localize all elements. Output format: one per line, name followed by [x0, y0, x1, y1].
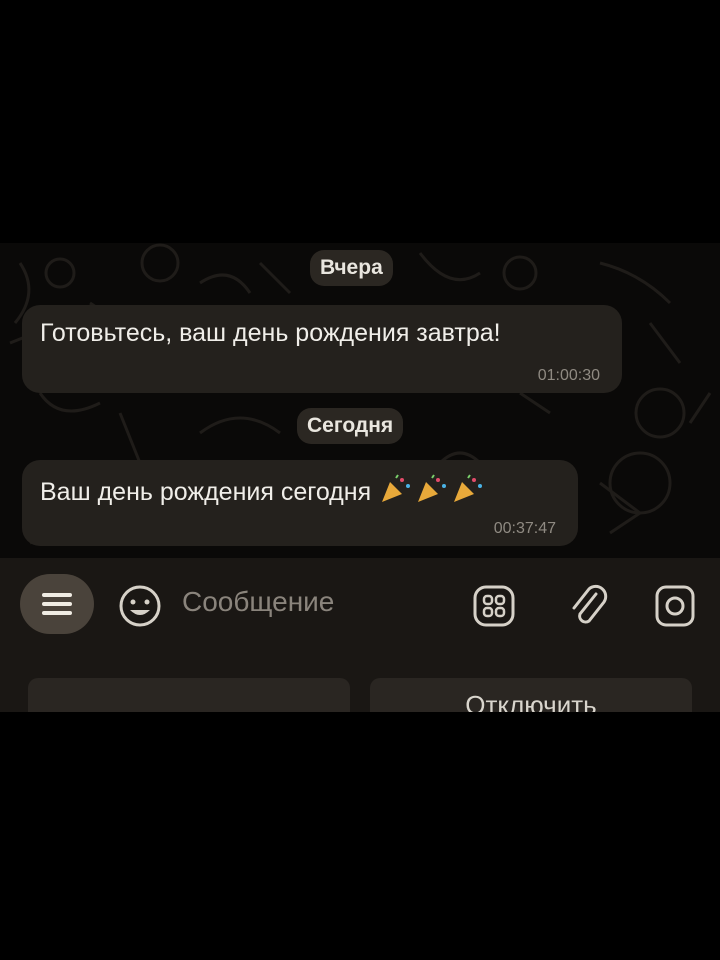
menu-button[interactable] — [20, 574, 94, 634]
message-bubble: Ваш день рождения сегодня 00:37:47 — [22, 460, 578, 546]
party-popper-icon — [382, 474, 411, 502]
emoji-icon[interactable] — [118, 584, 162, 628]
disable-button[interactable]: Отключить — [370, 678, 692, 712]
attach-icon[interactable] — [566, 584, 610, 630]
party-popper-icon — [418, 474, 447, 502]
message-input[interactable]: Сообщение — [182, 586, 334, 618]
date-chip-yesterday: Вчера — [310, 250, 393, 286]
sticker-grid-icon[interactable] — [472, 584, 516, 628]
message-text: Готовьтесь, ваш день рождения завтра! — [40, 319, 501, 347]
disable-button-label: Отключить — [465, 690, 597, 712]
message-text-content: Ваш день рождения сегодня — [40, 478, 372, 506]
menu-icon — [42, 593, 72, 615]
bottom-left-button[interactable] — [28, 678, 350, 712]
message-text: Ваш день рождения сегодня — [40, 474, 486, 507]
chat-area: Вчера Готовьтесь, ваш день рождения завт… — [0, 243, 720, 558]
message-time: 01:00:30 — [537, 367, 600, 384]
message-bubble: Готовьтесь, ваш день рождения завтра! 01… — [22, 305, 622, 393]
message-time: 00:37:47 — [493, 520, 556, 537]
date-chip-today: Сегодня — [297, 408, 404, 444]
party-popper-icon — [454, 474, 483, 502]
camera-icon[interactable] — [654, 584, 696, 628]
